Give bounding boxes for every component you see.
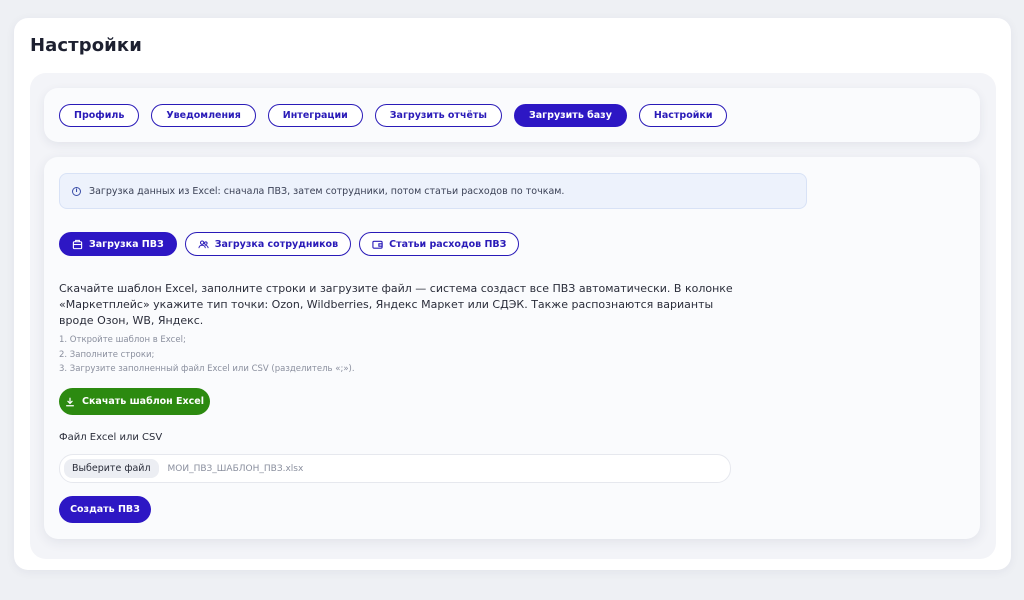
- info-text: Загрузка данных из Excel: сначала ПВЗ, з…: [89, 185, 565, 197]
- subtab-expense-items[interactable]: Статьи расходов ПВЗ: [359, 232, 520, 256]
- info-icon: i: [72, 186, 81, 196]
- settings-tabs: Профиль Уведомления Интеграции Загрузить…: [44, 88, 980, 142]
- tab-integrations[interactable]: Интеграции: [267, 103, 363, 127]
- download-template-button[interactable]: Скачать шаблон Excel: [59, 388, 210, 415]
- upload-base-panel: i Загрузка данных из Excel: сначала ПВЗ,…: [44, 157, 980, 539]
- settings-card: Настройки Профиль Уведомления Интеграции…: [14, 18, 1011, 570]
- tab-profile[interactable]: Профиль: [59, 103, 140, 127]
- file-field-label: Файл Excel или CSV: [59, 432, 163, 443]
- step-item: 3. Загрузите заполненный файл Excel или …: [59, 364, 355, 374]
- file-input[interactable]: Выберите файл МОИ_ПВЗ_ШАБЛОН_ПВЗ.xlsx: [59, 454, 731, 483]
- page-title: Настройки: [30, 35, 142, 56]
- info-banner: i Загрузка данных из Excel: сначала ПВЗ,…: [59, 173, 807, 209]
- tab-settings[interactable]: Настройки: [638, 103, 728, 127]
- steps-list: 1. Откройте шаблон в Excel; 2. Заполните…: [59, 333, 355, 377]
- selected-file-name: МОИ_ПВЗ_ШАБЛОН_ПВЗ.xlsx: [167, 463, 304, 474]
- settings-content: Профиль Уведомления Интеграции Загрузить…: [30, 73, 996, 559]
- step-item: 2. Заполните строки;: [59, 349, 155, 360]
- tab-upload-base[interactable]: Загрузить базу: [514, 103, 627, 127]
- subtab-label: Загрузка ПВЗ: [89, 238, 164, 250]
- upload-subtabs: Загрузка ПВЗ Загрузка сотрудников Статьи…: [59, 232, 520, 256]
- step-item: 1. Откройте шаблон в Excel;: [59, 335, 186, 345]
- subtab-upload-employees[interactable]: Загрузка сотрудников: [184, 232, 352, 256]
- subtab-label: Загрузка сотрудников: [214, 238, 339, 250]
- choose-file-button[interactable]: Выберите файл: [64, 459, 159, 478]
- tab-notifications[interactable]: Уведомления: [151, 103, 256, 127]
- download-icon: [66, 397, 74, 406]
- users-icon: [198, 240, 209, 248]
- subtab-label: Статьи расходов ПВЗ: [389, 238, 507, 250]
- instructions-text: Скачайте шаблон Excel, заполните строки …: [59, 282, 733, 327]
- wallet-icon: [372, 240, 383, 249]
- download-template-label: Скачать шаблон Excel: [81, 396, 205, 407]
- create-pvz-button[interactable]: Создать ПВЗ: [59, 496, 151, 523]
- building-icon: [72, 239, 83, 249]
- subtab-upload-pvz[interactable]: Загрузка ПВЗ: [59, 232, 177, 256]
- tab-upload-reports[interactable]: Загрузить отчёты: [374, 103, 503, 127]
